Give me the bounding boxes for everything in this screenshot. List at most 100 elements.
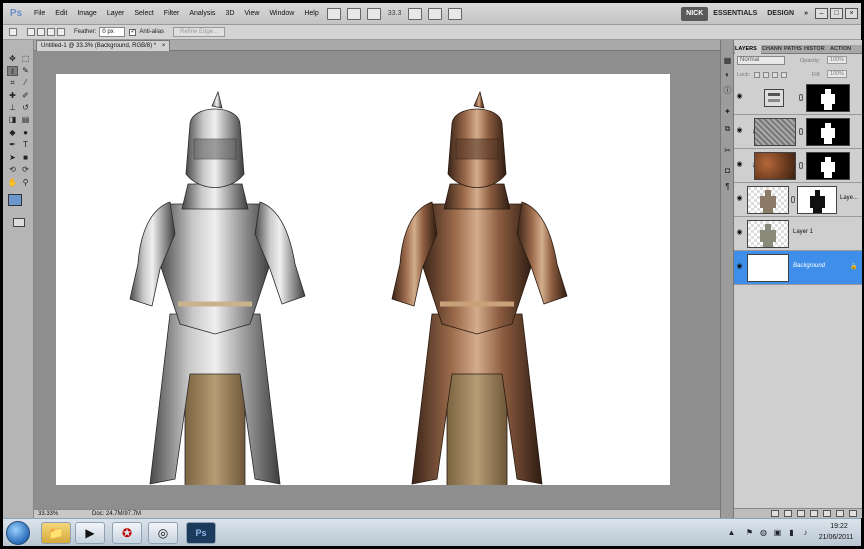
volume-icon[interactable]: ♪ — [801, 528, 810, 537]
lock-all-icon[interactable] — [781, 72, 787, 78]
type-tool-icon[interactable]: T — [20, 140, 31, 150]
menu-analysis[interactable]: Analysis — [184, 3, 220, 25]
close-button[interactable]: × — [845, 8, 858, 19]
doc-size-status[interactable]: Doc: 24.7M/97.7M — [92, 510, 141, 518]
menu-select[interactable]: Select — [129, 3, 158, 25]
pen-tool-icon[interactable]: ✒ — [7, 140, 18, 150]
eyedropper-tool-icon[interactable]: ⁄ — [20, 78, 31, 88]
zoom-status[interactable]: 33.33% — [38, 510, 58, 518]
foreground-color-swatch[interactable] — [8, 194, 22, 206]
mask-link-icon[interactable] — [799, 128, 803, 135]
more-workspaces-button[interactable]: » — [799, 7, 813, 21]
link-layers-icon[interactable] — [771, 510, 779, 517]
blur-tool-icon[interactable]: ◆ — [7, 128, 18, 138]
zoom-level[interactable]: 33.3 — [384, 10, 406, 17]
layer-row-layer-1[interactable]: ◉ Layer 1 — [734, 217, 862, 251]
refine-edge-button[interactable]: Refine Edge... — [173, 27, 226, 37]
history-brush-tool-icon[interactable]: ↺ — [20, 103, 31, 113]
mask-link-icon[interactable] — [799, 94, 803, 101]
layer-row-armor-masked[interactable]: ◉ Laye... — [734, 183, 862, 217]
tool-presets-panel-icon[interactable]: ✂ — [723, 146, 732, 155]
feather-input[interactable]: 0 px — [99, 27, 126, 37]
masks-panel-icon[interactable]: ◘ — [723, 166, 732, 175]
menu-view[interactable]: View — [239, 3, 264, 25]
mini-bridge-icon[interactable] — [346, 7, 361, 20]
zoom-tool-icon[interactable]: ⚲ — [20, 178, 31, 188]
brushes-panel-icon[interactable]: ✦ — [723, 107, 732, 116]
color-panel-icon[interactable]: ▦ — [723, 56, 732, 65]
menu-help[interactable]: Help — [299, 3, 323, 25]
bridge-icon[interactable] — [326, 7, 341, 20]
visibility-eye-icon[interactable]: ◉ — [736, 161, 743, 168]
view-extras-icon[interactable] — [366, 7, 381, 20]
layer-name[interactable]: Background — [793, 263, 825, 269]
menu-layer[interactable]: Layer — [102, 3, 130, 25]
tab-paths[interactable]: PATHS — [784, 45, 802, 54]
workspace-essentials[interactable]: ESSENTIALS — [708, 7, 762, 21]
antialias-checkbox[interactable]: ✓ — [129, 28, 137, 36]
dodge-tool-icon[interactable]: ● — [20, 128, 31, 138]
shape-tool-icon[interactable]: ■ — [20, 153, 31, 163]
layer-row-adjustment[interactable]: ◉ — [734, 81, 862, 115]
clone-source-panel-icon[interactable]: ⧉ — [723, 124, 732, 133]
new-group-icon[interactable] — [823, 510, 831, 517]
document-tab[interactable]: Untitled-1 @ 33.3% (Background, RGB/8) *… — [36, 40, 171, 51]
maximize-button[interactable]: □ — [830, 8, 843, 19]
clone-stamp-tool-icon[interactable]: ⊥ — [7, 103, 18, 113]
menu-file[interactable]: File — [29, 3, 50, 25]
intersect-selection-icon[interactable] — [57, 28, 65, 36]
taskbar-acrobat-icon[interactable]: ✪ — [112, 522, 142, 544]
marquee-tool-icon[interactable]: ⬚ — [20, 54, 31, 64]
lock-transparency-icon[interactable] — [754, 72, 760, 78]
visibility-eye-icon[interactable]: ◉ — [736, 263, 743, 270]
mask-link-icon[interactable] — [799, 162, 803, 169]
mask-link-icon[interactable] — [791, 196, 795, 203]
action-center-icon[interactable]: ⚑ — [745, 528, 754, 537]
new-selection-icon[interactable] — [27, 28, 35, 36]
tab-layers[interactable]: LAYERS — [735, 45, 761, 54]
tab-history[interactable]: HISTOR — [804, 45, 825, 54]
arrange-documents-icon[interactable] — [428, 7, 443, 20]
workspace-design[interactable]: DESIGN — [762, 7, 799, 21]
menu-edit[interactable]: Edit — [50, 3, 72, 25]
hand-tool-icon[interactable]: ✋ — [7, 178, 18, 188]
layer-style-icon[interactable] — [784, 510, 792, 517]
lasso-tool-icon[interactable]: ℓ — [7, 66, 18, 76]
delete-layer-icon[interactable] — [849, 510, 857, 517]
quick-selection-tool-icon[interactable]: ✎ — [20, 66, 31, 76]
screen-mode-icon[interactable] — [448, 7, 463, 20]
layer-row-rust-texture[interactable]: ◉ ↓ — [734, 149, 862, 183]
clock-date[interactable]: 21/06/2011 — [813, 534, 859, 541]
fill-input[interactable]: 100% — [827, 70, 847, 78]
adjustments-panel-icon[interactable]: ◐ — [723, 70, 732, 79]
workspace-nick[interactable]: NICK — [681, 6, 709, 21]
move-tool-icon[interactable]: ✥ — [7, 54, 18, 64]
3d-camera-tool-icon[interactable]: ⟳ — [20, 165, 31, 175]
visibility-eye-icon[interactable]: ◉ — [736, 93, 743, 100]
tab-actions[interactable]: ACTION — [830, 45, 851, 54]
gradient-tool-icon[interactable]: ▤ — [20, 115, 31, 125]
connection-icon[interactable]: ▣ — [773, 528, 782, 537]
3d-rotate-tool-icon[interactable]: ⟲ — [7, 165, 18, 175]
path-selection-tool-icon[interactable]: ➤ — [7, 153, 18, 163]
image-canvas[interactable] — [56, 74, 670, 485]
blend-mode-select[interactable]: Normal — [737, 56, 785, 65]
visibility-eye-icon[interactable]: ◉ — [736, 127, 743, 134]
power-icon[interactable]: ▮ — [787, 528, 796, 537]
lock-pixels-icon[interactable] — [763, 72, 769, 78]
menu-image[interactable]: Image — [72, 3, 101, 25]
hand-tool-icon[interactable] — [408, 7, 423, 20]
layer-name[interactable]: Laye... — [840, 195, 858, 201]
show-hidden-icons-icon[interactable]: ▲ — [727, 528, 736, 537]
quick-mask-icon[interactable] — [13, 218, 25, 227]
taskbar-media-player-icon[interactable]: ▶ — [75, 522, 105, 544]
menu-window[interactable]: Window — [264, 3, 299, 25]
lock-position-icon[interactable] — [772, 72, 778, 78]
add-selection-icon[interactable] — [37, 28, 45, 36]
opacity-input[interactable]: 100% — [827, 56, 847, 64]
clock-time[interactable]: 19:22 — [819, 523, 859, 530]
brush-tool-icon[interactable]: ✐ — [20, 91, 31, 101]
menu-filter[interactable]: Filter — [159, 3, 185, 25]
add-mask-icon[interactable] — [797, 510, 805, 517]
minimize-button[interactable]: – — [815, 8, 828, 19]
